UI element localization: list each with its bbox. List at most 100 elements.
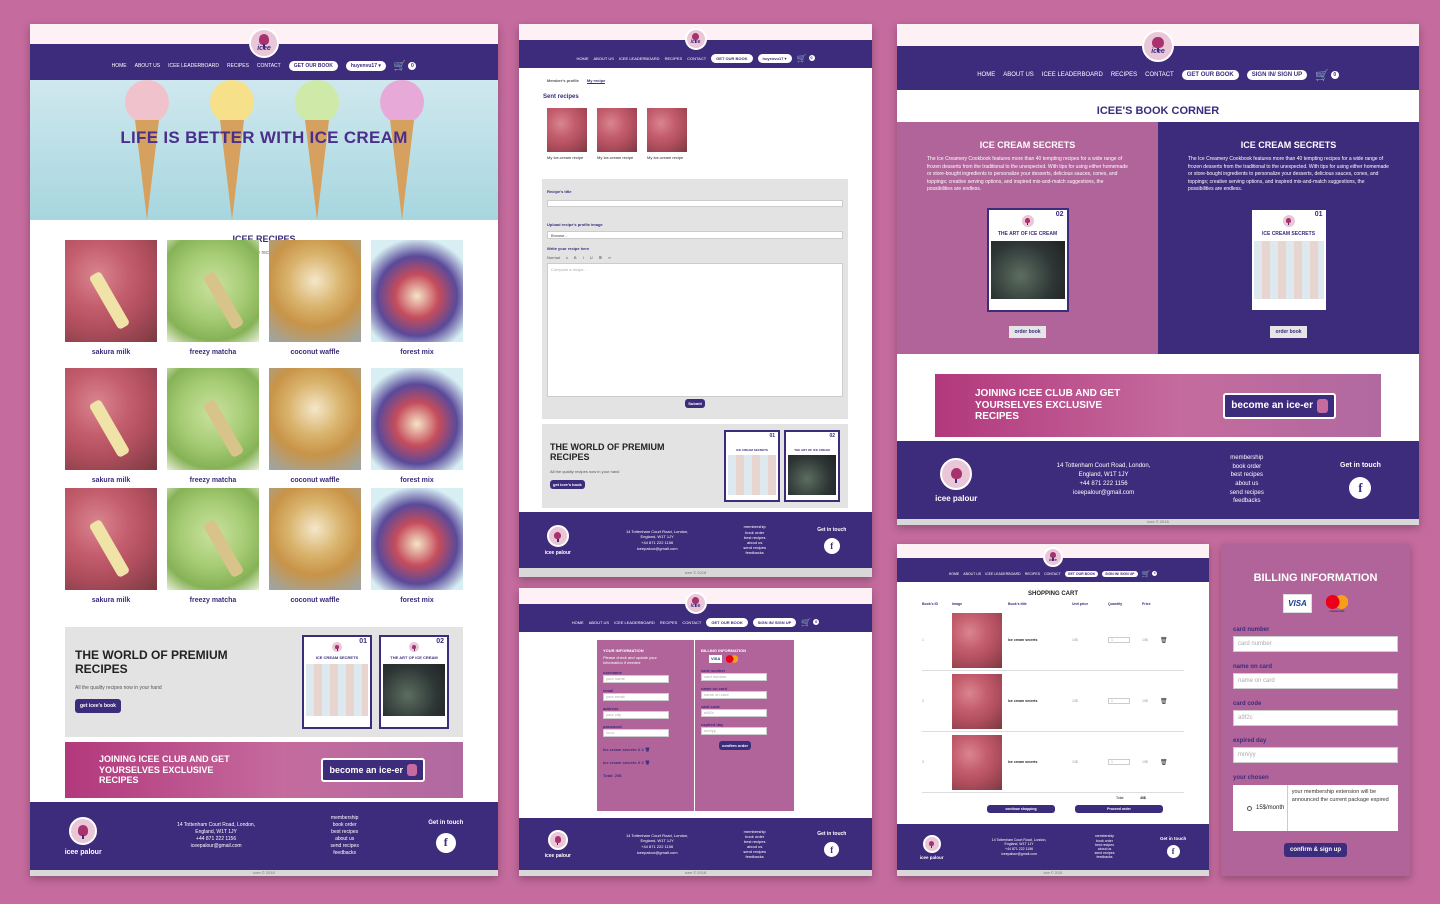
recipe-card[interactable]: freezy matcha: [167, 368, 259, 488]
nav-recipes[interactable]: RECIPES: [1111, 72, 1137, 78]
nav-leaderboard[interactable]: ICEE LEADERBOARD: [614, 620, 655, 625]
link-icon[interactable]: ∞: [608, 255, 611, 260]
recipe-image[interactable]: [65, 240, 157, 342]
nav-leaderboard[interactable]: ICEE LEADERBOARD: [619, 56, 660, 61]
footer-brand[interactable]: icee palour: [935, 457, 977, 503]
recipe-card[interactable]: freezy matcha: [167, 240, 259, 360]
logo[interactable]: icee: [684, 592, 707, 614]
recipe-card[interactable]: forest mix: [371, 240, 463, 360]
trash-icon[interactable]: 🗑: [645, 747, 650, 752]
recipe-image[interactable]: [269, 240, 361, 342]
order-book-button[interactable]: order book: [1270, 325, 1307, 338]
radio-icon[interactable]: [1247, 805, 1252, 811]
clear-format-icon[interactable]: x: [566, 255, 568, 260]
logo[interactable]: icee: [1142, 30, 1174, 62]
get-book-button[interactable]: GET OUR BOOK: [1181, 70, 1239, 80]
username-input[interactable]: your name: [603, 675, 669, 683]
facebook-icon[interactable]: f: [824, 842, 840, 857]
recipe-card[interactable]: coconut waffle: [269, 488, 361, 608]
user-menu[interactable]: huyenvu17 ▾: [757, 53, 792, 63]
footer-link[interactable]: best recipes: [330, 829, 358, 836]
recipe-card[interactable]: sakura milk: [65, 368, 157, 488]
nav-about[interactable]: ABOUT US: [135, 63, 160, 69]
book-cover[interactable]: 01 ICE CREAM SECRETS: [302, 635, 372, 729]
recipe-title[interactable]: coconut waffle: [269, 477, 361, 484]
footer-brand[interactable]: icee palour: [545, 829, 571, 859]
sent-recipe-card[interactable]: My Ice-cream recipe: [547, 108, 587, 160]
recipe-editor[interactable]: Compose a recipe...: [547, 263, 843, 397]
address-input[interactable]: your city: [603, 711, 669, 719]
footer-email[interactable]: iceepalour@gmail.com: [622, 850, 692, 856]
nav-contact[interactable]: CONTACT: [1044, 572, 1061, 576]
name-on-card-input[interactable]: name on card: [1233, 673, 1398, 689]
facebook-icon[interactable]: f: [1349, 476, 1372, 499]
footer-link[interactable]: about us: [1230, 480, 1264, 489]
recipe-image[interactable]: [371, 240, 463, 342]
recipe-card[interactable]: sakura milk: [65, 488, 157, 608]
get-book-button[interactable]: GET OUR BOOK: [288, 61, 338, 71]
recipe-title[interactable]: sakura milk: [65, 349, 157, 356]
recipe-title[interactable]: coconut waffle: [269, 349, 361, 356]
footer-brand[interactable]: icee palour: [920, 834, 944, 860]
get-book-cta[interactable]: get icee's book: [75, 699, 121, 713]
footer-link[interactable]: feedbacks: [743, 550, 766, 555]
card-code-input[interactable]: a9f2c: [1233, 710, 1398, 726]
signin-button[interactable]: SIGN IN/ SIGN UP: [1246, 70, 1308, 80]
nav-home[interactable]: HOME: [112, 63, 127, 69]
get-book-button[interactable]: GET OUR BOOK: [1064, 570, 1099, 577]
trash-icon[interactable]: 🗑: [1160, 637, 1168, 644]
footer-link[interactable]: book order: [1230, 463, 1264, 472]
cart-link[interactable]: 🛒 0: [801, 618, 820, 627]
nav-contact[interactable]: CONTACT: [257, 63, 281, 69]
cart-link[interactable]: 🛒 0: [1142, 570, 1158, 578]
image-icon[interactable]: ⊞: [599, 255, 602, 260]
password-input[interactable]: ••••••: [603, 729, 669, 737]
recipe-title[interactable]: coconut waffle: [269, 597, 361, 604]
proceed-order-button[interactable]: Proceed order: [1075, 805, 1163, 813]
footer-link[interactable]: membership: [1230, 454, 1264, 463]
recipe-image[interactable]: [167, 240, 259, 342]
footer-link[interactable]: feedbacks: [330, 850, 358, 857]
email-input[interactable]: your email: [603, 693, 669, 701]
quantity-stepper[interactable]: 1: [1108, 759, 1130, 765]
nav-about[interactable]: ABOUT US: [589, 620, 609, 625]
expired-day-input[interactable]: mm/yy: [701, 727, 767, 735]
nav-about[interactable]: ABOUT US: [963, 572, 981, 576]
nav-contact[interactable]: CONTACT: [687, 56, 706, 61]
nav-home[interactable]: HOME: [949, 572, 960, 576]
book-cover[interactable]: 02 THE ART OF ICE CREAM: [784, 430, 840, 502]
sent-recipe-card[interactable]: My Ice-cream recipe: [647, 108, 687, 160]
footer-brand[interactable]: icee palour: [545, 524, 571, 556]
trash-icon[interactable]: 🗑: [1160, 698, 1168, 705]
recipe-image[interactable]: [371, 488, 463, 590]
footer-link[interactable]: feedbacks: [1095, 855, 1115, 859]
logo[interactable]: icee: [249, 28, 279, 58]
expired-day-input[interactable]: mm/yy: [1233, 747, 1398, 763]
card-code-input[interactable]: a9f2c: [701, 709, 767, 717]
nav-contact[interactable]: CONTACT: [682, 620, 701, 625]
recipe-image[interactable]: [167, 368, 259, 470]
get-book-cta[interactable]: get icee's book: [550, 480, 585, 489]
recipe-image[interactable]: [167, 488, 259, 590]
tab-my-recipe[interactable]: My recipe: [586, 78, 606, 84]
recipe-title[interactable]: freezy matcha: [167, 349, 259, 356]
order-book-button[interactable]: order book: [1009, 325, 1046, 338]
recipe-title[interactable]: sakura milk: [65, 597, 157, 604]
format-select[interactable]: Normal: [547, 255, 560, 260]
recipe-title[interactable]: forest mix: [371, 349, 463, 356]
card-number-input[interactable]: card number: [701, 673, 767, 681]
nav-leaderboard[interactable]: ICEE LEADERBOARD: [168, 63, 219, 69]
confirm-signup-button[interactable]: confirm & sign up: [1284, 843, 1347, 857]
plan-option[interactable]: 15$/month: [1233, 785, 1288, 831]
nav-home[interactable]: HOME: [977, 72, 995, 78]
facebook-icon[interactable]: f: [823, 537, 840, 554]
recipe-title[interactable]: freezy matcha: [167, 597, 259, 604]
footer-link[interactable]: membership: [1095, 834, 1115, 838]
recipe-image[interactable]: [371, 368, 463, 470]
recipe-image[interactable]: [269, 488, 361, 590]
recipe-card[interactable]: coconut waffle: [269, 240, 361, 360]
logo[interactable]: icee: [1043, 547, 1063, 567]
footer-link[interactable]: membership: [743, 524, 766, 529]
recipe-title[interactable]: freezy matcha: [167, 477, 259, 484]
facebook-icon[interactable]: f: [1166, 845, 1180, 858]
